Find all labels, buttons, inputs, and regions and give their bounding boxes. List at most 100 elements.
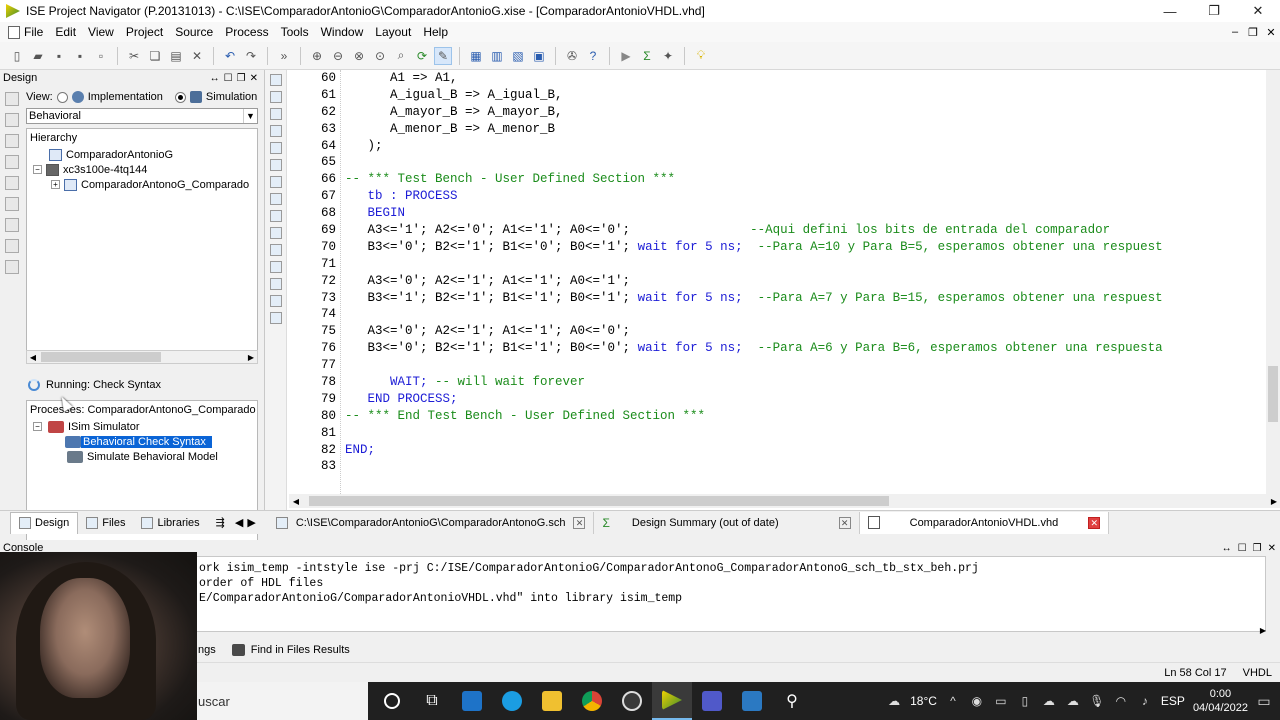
save-all-icon[interactable]: ▪	[71, 47, 89, 65]
save-icon[interactable]: ▪	[50, 47, 68, 65]
process-isim-simulator[interactable]: − ISim Simulator	[27, 419, 257, 434]
close-tab-icon[interactable]: ✕	[838, 516, 851, 529]
close-button[interactable]: ✕	[1236, 0, 1280, 22]
mdi-restore-icon[interactable]: ❐	[1244, 26, 1262, 39]
menu-help[interactable]: Help	[419, 25, 456, 39]
panel-maximize-icon[interactable]: ☐	[1238, 543, 1247, 554]
file-tab-vhdl[interactable]: ComparadorAntonioVHDL.vhd ✕	[859, 511, 1110, 534]
wand-icon[interactable]: ✦	[659, 47, 677, 65]
tab-find-in-files[interactable]: Find in Files Results	[224, 644, 358, 656]
refresh-icon[interactable]: ⟳	[413, 47, 431, 65]
chevron-up-icon[interactable]: ^	[945, 694, 961, 708]
task-view-icon[interactable]: ⧉	[412, 682, 452, 720]
editor-vscrollbar[interactable]	[1266, 70, 1280, 498]
lightbulb-icon[interactable]: 💡︎	[692, 47, 710, 65]
menu-file[interactable]: File	[4, 25, 51, 39]
run-icon[interactable]: ▶	[617, 47, 635, 65]
console-hscrollbar[interactable]: ▶	[198, 624, 1266, 636]
tab-left-icon[interactable]: ◀	[235, 516, 243, 529]
scroll-thumb[interactable]	[41, 352, 161, 362]
restore-button[interactable]: ❐	[1192, 0, 1236, 22]
implementation-radio[interactable]	[56, 91, 68, 103]
menu-tools[interactable]: Tools	[277, 25, 317, 39]
minimize-button[interactable]: —	[1148, 0, 1192, 22]
scroll-right-icon[interactable]: ▶	[1260, 626, 1266, 635]
microphone-icon[interactable]: 🎙︎	[1089, 694, 1105, 708]
new-file-icon[interactable]: ▯	[8, 47, 26, 65]
delete-icon[interactable]: ✕	[188, 47, 206, 65]
file-explorer-icon[interactable]	[532, 682, 572, 720]
close-tab-icon[interactable]: ✕	[573, 516, 586, 529]
code-line[interactable]: -- *** Test Bench - User Defined Section…	[345, 171, 1263, 188]
tablet-icon[interactable]: ▯	[1017, 694, 1033, 708]
tab-more[interactable]: ⇶	[208, 512, 233, 534]
editor-tool-icon[interactable]	[269, 176, 282, 188]
code-line[interactable]: A_igual_B => A_igual_B,	[345, 87, 1263, 104]
open-folder-icon[interactable]: ▰	[29, 47, 47, 65]
panel-maximize-icon[interactable]: ☐	[224, 73, 233, 84]
editor-tool-icon[interactable]	[269, 193, 282, 205]
more-icon[interactable]: »	[275, 47, 293, 65]
chevron-down-icon[interactable]: ▼	[243, 109, 257, 123]
code-line[interactable]	[345, 154, 1263, 171]
editor-tool-icon[interactable]	[269, 295, 282, 307]
zoom-out-icon[interactable]: ⊖	[329, 47, 347, 65]
scroll-left-icon[interactable]: ◀	[27, 353, 39, 362]
code-line[interactable]	[345, 458, 1263, 475]
code-line[interactable]: -- *** End Test Bench - User Defined Sec…	[345, 408, 1263, 425]
add-source-icon[interactable]	[5, 92, 19, 106]
photos-icon[interactable]	[732, 682, 772, 720]
editor-tool-icon[interactable]	[269, 244, 282, 256]
notifications-icon[interactable]: ▭	[1256, 693, 1272, 710]
menu-project[interactable]: Project	[122, 25, 171, 39]
collapse-icon[interactable]: −	[33, 422, 42, 431]
zoom-full-icon[interactable]: ⊗	[350, 47, 368, 65]
code-editor[interactable]: 60 61 62 63 64 65 66 67 68 69 70 71 72 73 74 75 76 77 78 79…	[264, 70, 1280, 510]
scroll-thumb[interactable]	[309, 496, 889, 506]
code-line[interactable]: B3<='1'; B2<='1'; B1<='1'; B0<='1'; wait…	[345, 290, 1263, 307]
help-icon[interactable]: ?	[584, 47, 602, 65]
people-icon[interactable]: ⚲	[772, 682, 812, 720]
process-simulate-behavioral-model[interactable]: Simulate Behavioral Model	[27, 449, 257, 464]
code-line[interactable]: END;	[345, 442, 1263, 459]
code-line[interactable]: B3<='0'; B2<='1'; B1<='0'; B0<='1'; wait…	[345, 239, 1263, 256]
panel-float-icon[interactable]: ↔	[210, 73, 220, 84]
console-vscrollbar[interactable]	[1266, 556, 1280, 632]
editor-hscrollbar[interactable]: ◀ ▶	[289, 494, 1280, 508]
editor-tool-icon[interactable]	[269, 159, 282, 171]
tab-libraries[interactable]: Libraries	[133, 512, 207, 534]
editor-tool-icon[interactable]	[269, 74, 282, 86]
document-icon[interactable]	[5, 260, 19, 274]
add-copy-icon[interactable]	[5, 113, 19, 127]
paste-icon[interactable]: ▤	[167, 47, 185, 65]
code-line[interactable]	[345, 425, 1263, 442]
scroll-left-icon[interactable]: ◀	[289, 497, 303, 506]
ise-taskbar-icon[interactable]	[652, 682, 692, 720]
record-icon[interactable]: ◉	[969, 694, 985, 708]
editor-tool-icon[interactable]	[269, 142, 282, 154]
zoom-select-icon[interactable]: ⌕	[392, 47, 410, 65]
editor-tool-icon[interactable]	[269, 91, 282, 103]
mail-icon[interactable]	[452, 682, 492, 720]
tab-scroll[interactable]: ◀ ▶	[233, 512, 258, 534]
chrome-icon[interactable]	[572, 682, 612, 720]
code-line[interactable]: A_mayor_B => A_mayor_B,	[345, 104, 1263, 121]
battery-icon[interactable]: ▭	[993, 694, 1009, 708]
scroll-right-icon[interactable]: ▶	[1267, 497, 1280, 506]
view-icon[interactable]	[5, 176, 19, 190]
select-tool-icon[interactable]: ✎	[434, 46, 452, 65]
simulation-radio[interactable]	[174, 91, 186, 103]
properties-icon[interactable]	[5, 155, 19, 169]
tab-files[interactable]: Files	[78, 512, 133, 534]
cortana-icon[interactable]	[372, 682, 412, 720]
tree-item-testbench[interactable]: + ComparadorAntonoG_Comparado	[27, 177, 257, 192]
panel-close-icon[interactable]: ✕	[250, 73, 258, 84]
zoom-fit-icon[interactable]: ⊙	[371, 47, 389, 65]
code-area[interactable]: A1 => A1, A_igual_B => A_igual_B, A_mayo…	[345, 70, 1263, 498]
panel-float-icon[interactable]: ↔	[1222, 543, 1232, 554]
editor-tool-icon[interactable]	[269, 261, 282, 273]
file-tab-design-summary[interactable]: Σ Design Summary (out of date) ✕	[594, 511, 860, 534]
code-line[interactable]	[345, 357, 1263, 374]
tab-design[interactable]: Design	[10, 511, 79, 534]
code-line[interactable]: WAIT; -- will wait forever	[345, 374, 1263, 391]
